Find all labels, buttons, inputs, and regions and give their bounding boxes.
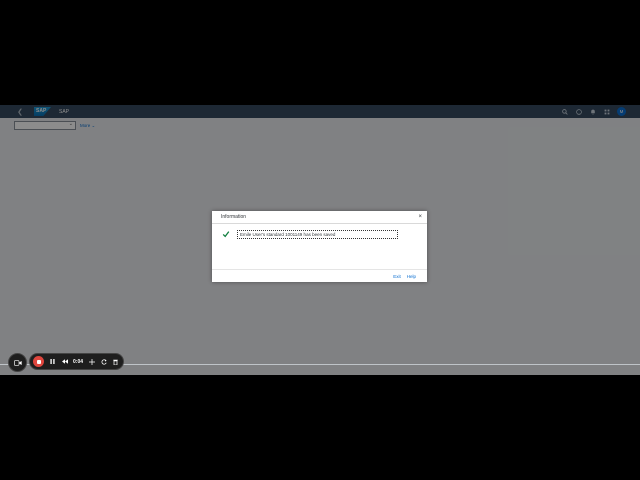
recording-timer: 0:04 <box>73 358 84 365</box>
delete-button[interactable] <box>112 358 119 366</box>
exit-button[interactable]: Exit <box>393 274 401 279</box>
restart-icon <box>101 358 107 365</box>
pause-icon <box>50 359 55 364</box>
dialog-title: Information <box>221 214 247 220</box>
dialog-body: Emile User's standard 1001149 has been s… <box>212 224 427 269</box>
close-icon[interactable]: × <box>418 214 422 220</box>
restart-button[interactable] <box>100 358 107 366</box>
trash-icon <box>113 359 118 365</box>
stop-icon <box>36 359 41 364</box>
dialog-footer: Exit Help <box>212 269 427 283</box>
move-handle[interactable] <box>88 358 95 366</box>
dialog-message: Emile User's standard 1001149 has been s… <box>237 230 398 239</box>
dialog-header: Information × <box>212 211 427 224</box>
pause-button[interactable] <box>49 358 56 366</box>
sap-app-window: ❮ SAP SAP M ⌄ More ⌄ Information × Emile… <box>0 105 640 375</box>
rewind-button[interactable] <box>61 358 68 366</box>
move-icon <box>88 358 95 365</box>
help-button[interactable]: Help <box>407 274 416 279</box>
stop-recording-button[interactable] <box>33 356 44 367</box>
recording-control-bar: 0:04 <box>29 353 124 370</box>
success-check-icon <box>222 231 230 238</box>
information-dialog: Information × Emile User's standard 1001… <box>212 211 427 282</box>
video-camera-icon <box>13 359 22 366</box>
rewind-icon <box>61 359 68 364</box>
camera-toggle-button[interactable] <box>8 353 27 372</box>
